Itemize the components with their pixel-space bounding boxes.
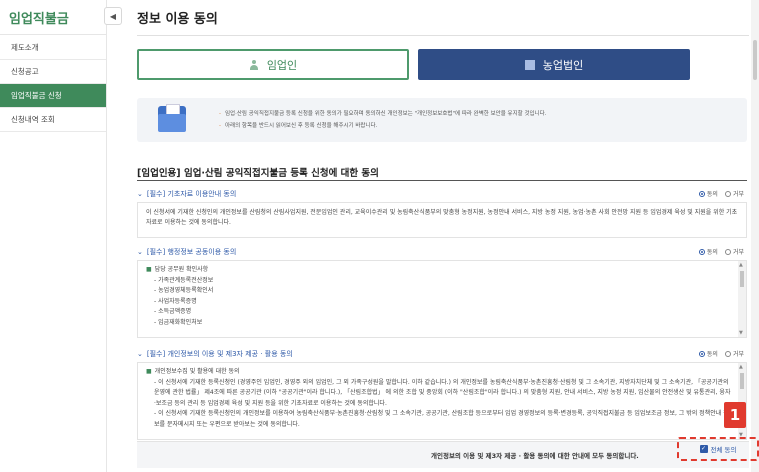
app-window: 임업직불금 제도소개 신청공고 임업직불금 신청 신청내역 조회 ◀ 정보 이용…	[0, 0, 759, 472]
agreement-row-basic: ⌄ [필수] 기초자료 이용안내 동의 동의 거부	[137, 185, 747, 202]
bullet-icon: ■	[146, 266, 152, 273]
reject-radio[interactable]: 거부	[724, 247, 744, 256]
radio-group: 동의 거부	[698, 189, 747, 198]
notice-box: - 임업·산림 공익직접지불금 등록 신청을 위한 동의가 필요하며 동의하신 개…	[137, 98, 747, 142]
agreement-list-box: ■ 개인정보수집 및 활용에 대한 동의 - 이 신청서에 기재한 등록신청인 (…	[137, 362, 747, 440]
agreement-list-box: ■ 담당 공무원 확인사항 - 가족관계등록전산정보 - 농업경영체등록확인서 -…	[137, 260, 747, 338]
list-item: - 농업경영체등록확인서	[154, 287, 214, 294]
corp-type-button[interactable]: 농업법인	[418, 49, 690, 80]
agreement-title: [필수] 기초자료 이용안내 동의	[146, 189, 237, 198]
reject-radio[interactable]: 거부	[724, 349, 744, 358]
radio-checked-icon	[698, 248, 705, 255]
sidebar: 임업직불금 제도소개 신청공고 임업직불금 신청 신청내역 조회	[0, 0, 107, 472]
chevron-left-icon[interactable]: ◀	[104, 7, 122, 25]
radio-unchecked-icon	[724, 350, 731, 357]
sidebar-menu: 제도소개 신청공고 임업직불금 신청 신청내역 조회	[0, 36, 106, 132]
agree-label: 동의	[706, 351, 718, 358]
radio-group: 동의 거부	[698, 349, 747, 358]
all-agree-checkbox[interactable]: ✓ 전체 동의	[677, 437, 759, 461]
checkbox-checked-icon: ✓	[699, 445, 708, 453]
list-item: - 사업자등록증명	[154, 297, 197, 305]
user-icon	[249, 59, 259, 70]
all-agree-bar: 개인정보의 이용 및 제3자 제공 · 활용 동의에 대한 안내에 모두 동의합…	[137, 441, 749, 468]
main-scrollbar[interactable]	[751, 0, 759, 472]
agreement-title: [필수] 개인정보의 이용 및 제3자 제공 · 활용 동의	[146, 349, 293, 358]
radio-unchecked-icon	[724, 248, 731, 255]
agreement-title: [필수] 행정정보 공동이용 동의	[146, 247, 237, 256]
agree-radio[interactable]: 동의	[698, 189, 718, 198]
agree-label: 동의	[706, 249, 718, 256]
list-head: 담당 공무원 확인사항	[154, 266, 209, 273]
person-type-label: 임업인	[266, 58, 298, 72]
bullet-icon: ■	[146, 368, 152, 375]
sidebar-item-history[interactable]: 신청내역 조회	[0, 108, 106, 132]
all-agree-label: 전체 동의	[710, 446, 737, 454]
corp-type-label: 농업법인	[542, 58, 584, 72]
sidebar-title: 임업직불금	[0, 0, 106, 35]
reject-radio[interactable]: 거부	[724, 189, 744, 198]
agreement-row-admin: ⌄ [필수] 행정정보 공동이용 동의 동의 거부	[137, 243, 747, 260]
list-item: - 가족관계등록전산정보	[154, 276, 214, 284]
list-item: - 이 신청서에 기재한 등록신청인 (경영주인 임업인, 경영주 외의 임업인…	[154, 378, 731, 407]
notice-line: 임업·산림 공익직접지불금 등록 신청을 위한 동의가 필요하며 동의하신 개인…	[225, 111, 547, 117]
radio-checked-icon	[698, 190, 705, 197]
list-item: - 이 신청서에 기재한 등록신청인의 개인정보를 이용하여 농림축산식품부·농…	[154, 410, 729, 428]
reject-label: 거부	[732, 191, 744, 198]
chevron-down-icon[interactable]: ⌄	[137, 350, 143, 358]
sidebar-item-intro[interactable]: 제도소개	[0, 36, 106, 60]
all-agree-text: 개인정보의 이용 및 제3자 제공 · 활용 동의에 대한 안내에 모두 동의합…	[431, 452, 639, 460]
reject-label: 거부	[732, 249, 744, 256]
person-type-button[interactable]: 임업인	[137, 49, 409, 80]
main-content: 정보 이용 동의 임업인 농업법인 - 임업·산림 공익직접지불금 등록 신청을 …	[137, 0, 749, 472]
list-item: - 소득금액증명	[154, 308, 192, 315]
agreement-text: 이 신청서에 기재한 신청인의 개인정보를 산림청의 산림사업지원, 전문임업인…	[146, 209, 738, 226]
step-badge: 1	[724, 402, 746, 428]
building-icon	[524, 59, 535, 70]
reject-label: 거부	[732, 351, 744, 358]
section-heading: [임업인용] 임업·산림 공익직접지불금 등록 신청에 대한 동의	[137, 168, 379, 179]
heading-divider	[137, 180, 747, 181]
chevron-down-icon[interactable]: ⌄	[137, 248, 143, 256]
agreement-row-thirdparty: ⌄ [필수] 개인정보의 이용 및 제3자 제공 · 활용 동의 동의 거부	[137, 345, 747, 362]
list-item: - 임금재화확인처보	[154, 318, 203, 326]
notice-lines: - 임업·산림 공익직접지불금 등록 신청을 위한 동의가 필요하며 동의하신 개…	[219, 111, 547, 129]
list-scrollbar[interactable]: ▲ ▼	[738, 261, 746, 337]
agree-label: 동의	[706, 191, 718, 198]
radio-unchecked-icon	[724, 190, 731, 197]
folder-icon	[158, 104, 186, 132]
title-divider	[137, 35, 749, 36]
radio-group: 동의 거부	[698, 247, 747, 256]
agreement-text-box: 이 신청서에 기재한 신청인의 개인정보를 산림청의 산림사업지원, 전문임업인…	[137, 202, 747, 238]
notice-line: 아래의 항목을 반드시 읽어보신 후 등록 신청을 해주시기 바랍니다.	[225, 123, 378, 129]
page-title: 정보 이용 동의	[137, 12, 218, 27]
sidebar-item-notice[interactable]: 신청공고	[0, 60, 106, 84]
agreement-list: ■ 개인정보수집 및 활용에 대한 동의 - 이 신청서에 기재한 등록신청인 (…	[138, 363, 746, 434]
radio-checked-icon	[698, 350, 705, 357]
list-head: 개인정보수집 및 활용에 대한 동의	[154, 368, 240, 375]
chevron-down-icon[interactable]: ⌄	[137, 190, 143, 198]
agree-radio[interactable]: 동의	[698, 247, 718, 256]
sidebar-item-apply[interactable]: 임업직불금 신청	[0, 84, 106, 108]
agreement-list: ■ 담당 공무원 확인사항 - 가족관계등록전산정보 - 농업경영체등록확인서 -…	[138, 261, 746, 332]
agree-radio[interactable]: 동의	[698, 349, 718, 358]
